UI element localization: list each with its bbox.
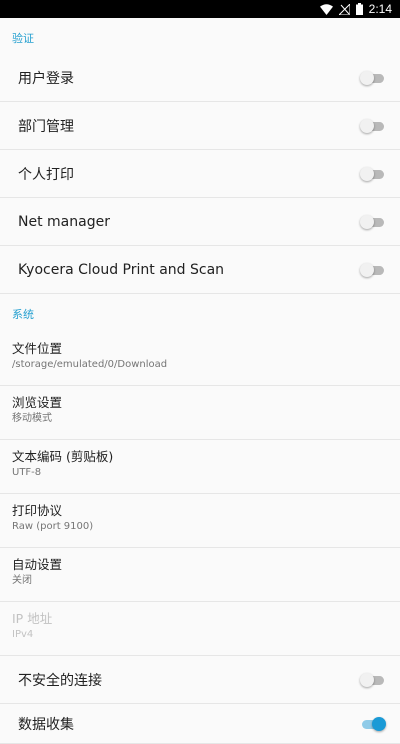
text-encoding-row[interactable]: 文本编码 (剪贴板) UTF-8 (0, 440, 400, 494)
ip-address-summary: IPv4 (12, 629, 34, 640)
data-collection-switch[interactable] (360, 716, 386, 732)
text-encoding-title: 文本编码 (剪贴板) (12, 449, 114, 464)
print-protocol-row[interactable]: 打印协议 Raw (port 9100) (0, 494, 400, 548)
auto-settings-row[interactable]: 自动设置 关闭 (0, 548, 400, 602)
section-header-auth: 验证 (12, 32, 34, 45)
file-location-title: 文件位置 (12, 341, 63, 356)
net-manager-label: Net manager (18, 213, 110, 230)
battery-icon (355, 3, 363, 15)
user-login-label: 用户登录 (18, 70, 74, 87)
net-manager-switch[interactable] (360, 214, 386, 230)
status-bar: 2:14 (0, 0, 400, 18)
data-collection-label: 数据收集 (18, 716, 74, 733)
personal-print-label: 个人打印 (18, 166, 74, 183)
kyocera-cloud-switch[interactable] (360, 262, 386, 278)
clock: 2:14 (368, 2, 392, 16)
print-protocol-title: 打印协议 (12, 503, 63, 518)
user-login-switch[interactable] (360, 70, 386, 86)
kyocera-cloud-row[interactable]: Kyocera Cloud Print and Scan (0, 246, 400, 294)
file-location-row[interactable]: 文件位置 /storage/emulated/0/Download (0, 332, 400, 386)
browse-settings-title: 浏览设置 (12, 395, 63, 410)
no-signal-icon (338, 3, 350, 15)
data-collection-row[interactable]: 数据收集 (0, 704, 400, 744)
net-manager-row[interactable]: Net manager (0, 198, 400, 246)
user-login-row[interactable]: 用户登录 (0, 54, 400, 102)
print-protocol-summary: Raw (port 9100) (12, 521, 94, 532)
department-management-switch[interactable] (360, 118, 386, 134)
auto-settings-summary: 关闭 (12, 575, 32, 586)
department-management-row[interactable]: 部门管理 (0, 102, 400, 150)
wifi-icon (319, 3, 333, 15)
file-location-summary: /storage/emulated/0/Download (12, 359, 168, 370)
personal-print-switch[interactable] (360, 166, 386, 182)
browse-settings-row[interactable]: 浏览设置 移动模式 (0, 386, 400, 440)
text-encoding-summary: UTF-8 (12, 467, 42, 478)
insecure-connection-label: 不安全的连接 (18, 672, 102, 689)
section-header-system: 系统 (12, 308, 34, 321)
ip-address-row: IP 地址 IPv4 (0, 602, 400, 656)
insecure-connection-row[interactable]: 不安全的连接 (0, 656, 400, 704)
auto-settings-title: 自动设置 (12, 557, 63, 572)
kyocera-cloud-label: Kyocera Cloud Print and Scan (18, 261, 225, 278)
department-management-label: 部门管理 (18, 118, 74, 135)
settings-list[interactable]: 验证 用户登录 部门管理 个人打印 Net manager Kyocera Cl… (0, 18, 400, 744)
insecure-connection-switch[interactable] (360, 672, 386, 688)
ip-address-title: IP 地址 (12, 611, 53, 626)
browse-settings-summary: 移动模式 (12, 413, 52, 424)
personal-print-row[interactable]: 个人打印 (0, 150, 400, 198)
